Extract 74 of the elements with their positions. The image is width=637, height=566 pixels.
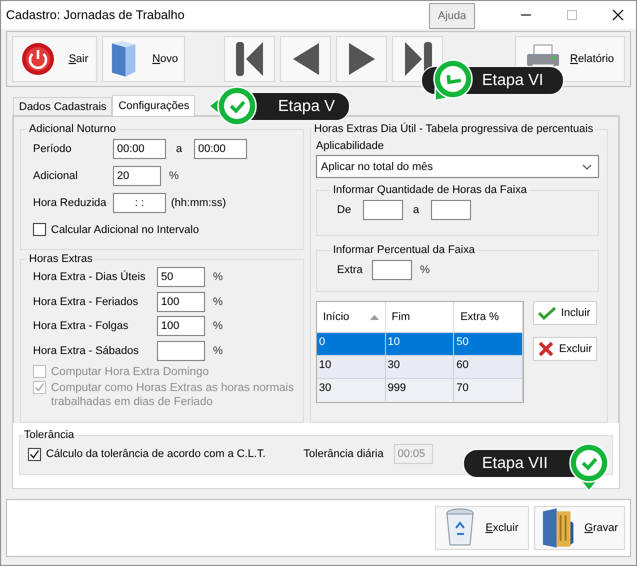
save-button[interactable]: Gravar bbox=[534, 506, 625, 550]
checkbox-label: Calcular Adicional no Intervalo bbox=[51, 224, 199, 236]
table-row[interactable]: 10 30 60 bbox=[317, 355, 523, 378]
checkbox[interactable] bbox=[28, 448, 41, 460]
unit-label: % bbox=[213, 344, 223, 357]
table-cell: 70 bbox=[454, 379, 524, 401]
tab[interactable]: Dados Cadastrais bbox=[13, 97, 112, 115]
window-title: Cadastro: Jornadas de Trabalho bbox=[5, 8, 186, 22]
cross-icon bbox=[538, 341, 554, 357]
previous-icon bbox=[290, 42, 320, 76]
input-field[interactable] bbox=[157, 340, 205, 361]
table-row[interactable]: 30 999 70 bbox=[317, 378, 523, 401]
recycle-bin-icon bbox=[445, 508, 476, 548]
first-record-icon bbox=[234, 40, 266, 78]
group-title: Informar Quantidade de Horas da Faixa bbox=[332, 184, 528, 196]
field-label: a bbox=[413, 204, 420, 216]
format-hint: (hh:mm:ss) bbox=[171, 196, 226, 208]
field-label: Hora Extra - Dias Úteis bbox=[33, 271, 146, 284]
help-button[interactable]: Ajuda bbox=[429, 3, 475, 29]
field-label: Hora Extra - Sábados bbox=[33, 344, 140, 357]
unit-label: % bbox=[213, 296, 223, 308]
dropdown[interactable]: Aplicar no total do mês bbox=[316, 155, 599, 178]
new-button[interactable]: Novo bbox=[102, 36, 185, 82]
chevron-down-icon bbox=[582, 164, 592, 170]
table-row[interactable]: 0 10 50 bbox=[317, 332, 523, 355]
input-field[interactable] bbox=[431, 200, 472, 220]
first-record-button[interactable] bbox=[224, 36, 275, 82]
input-field[interactable]: 20 bbox=[113, 166, 161, 186]
power-icon bbox=[20, 42, 55, 76]
field-label: Hora Reduzida bbox=[33, 196, 108, 208]
group-title: Horas Extras Dia Útil - Tabela progressiva de percentuais bbox=[313, 123, 594, 135]
checkmark-icon bbox=[538, 306, 556, 320]
unit-label: % bbox=[213, 320, 223, 332]
group-title: Informar Percentual da Faixa bbox=[332, 244, 476, 256]
field-label: Hora Extra - Feriados bbox=[33, 296, 140, 308]
input-field[interactable]: 100 bbox=[157, 292, 205, 312]
table-cell: 30 bbox=[317, 379, 386, 401]
checkbox-label: Cálculo da tolerância de acordo com a C.L.T. bbox=[46, 448, 266, 460]
exit-button[interactable]: Sair bbox=[12, 36, 97, 82]
group-title: Adicional Noturno bbox=[28, 123, 117, 135]
field-label: De bbox=[337, 204, 352, 216]
field-label: Aplicabilidade bbox=[316, 140, 385, 152]
input-field[interactable]: 50 bbox=[157, 267, 205, 288]
checkbox[interactable] bbox=[33, 223, 46, 236]
field-label: a bbox=[176, 142, 182, 154]
add-button[interactable]: Incluir bbox=[533, 301, 597, 325]
field-label: Tolerância diária bbox=[304, 448, 384, 460]
unit-label: % bbox=[213, 271, 223, 284]
tab[interactable]: Configurações bbox=[112, 95, 196, 116]
checkbox-label: Computar Hora Extra Domingo bbox=[51, 365, 209, 379]
close-icon[interactable] bbox=[612, 9, 624, 21]
input-field[interactable] bbox=[363, 200, 403, 220]
field-label: Hora Extra - Folgas bbox=[33, 320, 130, 332]
group-title: Horas Extras bbox=[28, 253, 94, 265]
previous-button[interactable] bbox=[280, 36, 331, 82]
input-field[interactable]: 100 bbox=[157, 316, 205, 336]
binder-icon bbox=[541, 507, 574, 549]
input-field[interactable]: : : bbox=[113, 192, 166, 212]
table-cell: 999 bbox=[386, 379, 454, 401]
folder-icon bbox=[109, 40, 138, 78]
field-label: Adicional bbox=[33, 170, 79, 182]
input-field[interactable]: 00:00 bbox=[113, 138, 166, 158]
next-icon bbox=[346, 42, 376, 76]
checkbox-label: Computar como Horas Extras as horas normais trabalhadas em dias de Feriado bbox=[51, 381, 295, 409]
delete-button[interactable]: Excluir bbox=[435, 506, 529, 550]
delete-button[interactable]: Excluir bbox=[533, 337, 597, 361]
input-field[interactable]: 00:00 bbox=[194, 138, 248, 158]
group-title: Tolerância bbox=[23, 429, 76, 441]
input-field[interactable] bbox=[372, 260, 412, 280]
unit-label: % bbox=[169, 170, 179, 182]
field-label: Extra bbox=[337, 264, 364, 276]
next-button[interactable] bbox=[336, 36, 387, 82]
field-label: Período bbox=[33, 142, 73, 154]
unit-label: % bbox=[420, 264, 430, 276]
